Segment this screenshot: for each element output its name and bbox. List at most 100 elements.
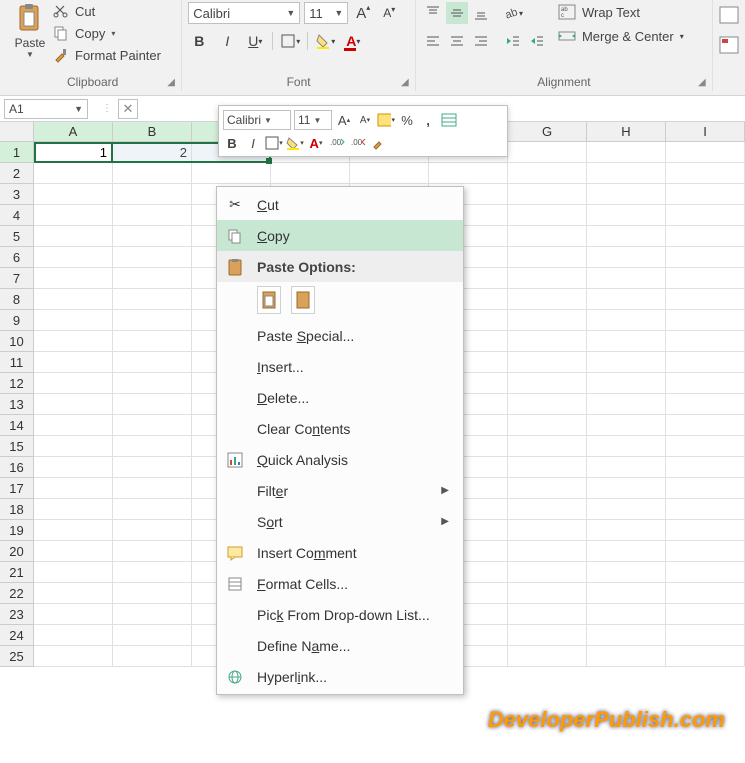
mini-percent[interactable]: % [398,111,416,129]
cell[interactable] [508,604,587,625]
conditional-format-button[interactable] [718,34,740,56]
row-header[interactable]: 24 [0,625,34,646]
cell[interactable] [587,331,666,352]
cell[interactable] [34,415,113,436]
row-header[interactable]: 10 [0,331,34,352]
cm-copy[interactable]: Copy [217,220,463,251]
dialog-launcher-font[interactable]: ◢ [401,77,413,89]
mini-decrease-decimal[interactable]: .00 [349,134,367,152]
bold-button[interactable]: B [188,30,210,52]
cell[interactable] [113,520,192,541]
fill-color-button[interactable]: ▾ [314,30,336,52]
row-header[interactable]: 15 [0,436,34,457]
cell[interactable] [587,457,666,478]
col-header-A[interactable]: A [34,122,113,142]
cell[interactable] [666,646,745,667]
cell[interactable] [113,583,192,604]
cell[interactable] [587,520,666,541]
cell[interactable] [587,205,666,226]
cell[interactable] [113,478,192,499]
row-header[interactable]: 5 [0,226,34,247]
cell[interactable] [34,310,113,331]
number-format-button[interactable] [718,4,740,26]
cell[interactable] [192,163,271,184]
mini-accounting-format[interactable]: ▾ [377,111,395,129]
row-header[interactable]: 6 [0,247,34,268]
cell[interactable] [34,478,113,499]
cell[interactable] [666,604,745,625]
align-top-button[interactable] [422,2,444,24]
cell[interactable] [666,289,745,310]
cm-insert[interactable]: Insert... [217,351,463,382]
cell[interactable] [34,205,113,226]
grow-font-button[interactable]: A▴ [352,2,374,24]
cell[interactable] [113,499,192,520]
mini-table-format[interactable] [440,111,458,129]
cell[interactable]: 2 [113,142,192,163]
mini-border[interactable]: ▾ [265,134,283,152]
cell[interactable] [666,205,745,226]
paste-split-button[interactable]: Paste ▼ [10,0,50,59]
cell[interactable] [508,415,587,436]
row-header[interactable]: 14 [0,415,34,436]
name-box[interactable]: A1▼ [4,99,88,119]
cell[interactable] [34,562,113,583]
cell[interactable] [587,415,666,436]
row-header[interactable]: 20 [0,541,34,562]
cell[interactable] [508,499,587,520]
cell[interactable] [587,247,666,268]
cell[interactable] [113,352,192,373]
cell[interactable] [34,289,113,310]
dialog-launcher-alignment[interactable]: ◢ [698,77,710,89]
mini-increase-decimal[interactable]: .00 [328,134,346,152]
cell[interactable] [666,184,745,205]
cell[interactable] [429,163,508,184]
cell[interactable] [508,352,587,373]
cell[interactable] [587,499,666,520]
cm-quick-analysis[interactable]: Quick Analysis [217,444,463,475]
cell[interactable] [666,562,745,583]
row-header[interactable]: 3 [0,184,34,205]
cell[interactable] [34,226,113,247]
mini-shrink-font[interactable]: A▾ [356,111,374,129]
align-middle-button[interactable] [446,2,468,24]
cell[interactable] [508,394,587,415]
cell[interactable] [113,268,192,289]
paste-option-values[interactable] [291,286,315,314]
cell[interactable] [508,163,587,184]
cell[interactable] [508,436,587,457]
cell[interactable] [587,436,666,457]
cm-cut[interactable]: ✂ Cut [217,189,463,220]
cell[interactable] [34,604,113,625]
cell[interactable] [113,289,192,310]
cell[interactable] [508,457,587,478]
row-header[interactable]: 11 [0,352,34,373]
col-header-H[interactable]: H [587,122,666,142]
cell[interactable] [508,625,587,646]
row-header[interactable]: 9 [0,310,34,331]
cell[interactable] [113,331,192,352]
cell[interactable] [34,541,113,562]
select-all-corner[interactable] [0,122,34,142]
cell[interactable] [350,163,429,184]
cell[interactable] [34,352,113,373]
col-header-G[interactable]: G [508,122,587,142]
cell[interactable] [113,646,192,667]
border-button[interactable]: ▾ [279,30,301,52]
decrease-indent-button[interactable] [502,30,524,52]
cell[interactable] [666,331,745,352]
cell[interactable] [508,478,587,499]
col-header-B[interactable]: B [113,122,192,142]
copy-button[interactable]: Copy ▾ [50,24,164,42]
row-header[interactable]: 7 [0,268,34,289]
cell[interactable] [666,457,745,478]
cell[interactable] [587,352,666,373]
cell[interactable] [113,625,192,646]
row-header[interactable]: 21 [0,562,34,583]
cell[interactable] [34,625,113,646]
cell[interactable] [666,625,745,646]
cm-hyperlink[interactable]: Hyperlink... [217,661,463,692]
cell[interactable] [666,520,745,541]
row-header[interactable]: 16 [0,457,34,478]
cell[interactable] [34,331,113,352]
